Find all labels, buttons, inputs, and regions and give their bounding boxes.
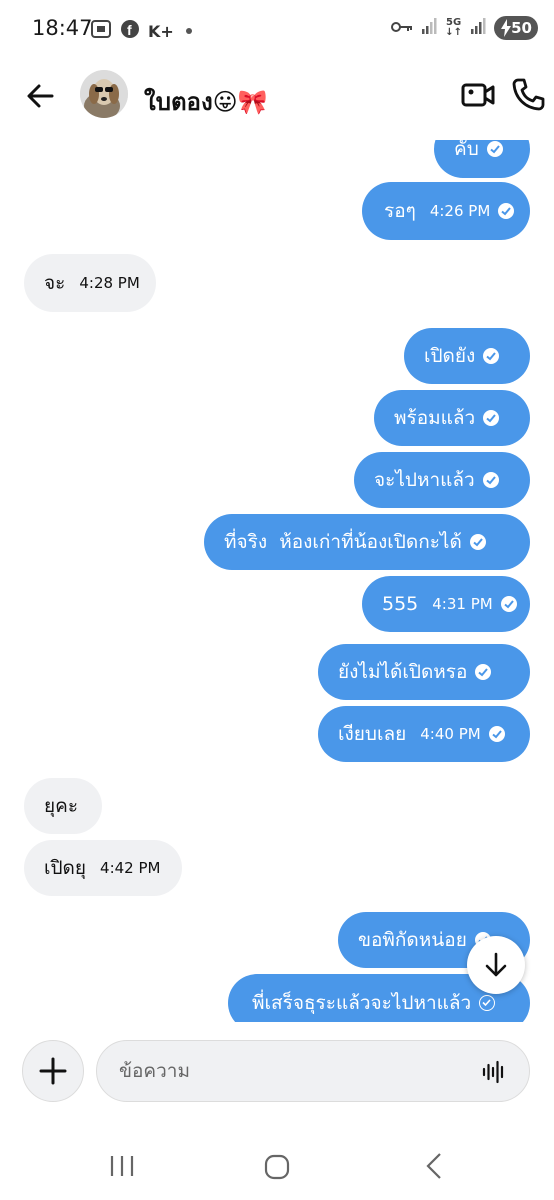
read-check-icon xyxy=(483,410,500,426)
status-time: 18:47 xyxy=(32,16,93,40)
charging-bolt-icon xyxy=(501,19,511,37)
battery-indicator: 50 xyxy=(494,16,538,40)
voice-wave-icon xyxy=(482,1060,504,1084)
message-text: ยังไม่ได้เปิดหรอ xyxy=(338,661,468,683)
message-bubble-outgoing[interactable]: ยังไม่ได้เปิดหรอ xyxy=(318,644,530,700)
sent-check-icon xyxy=(479,995,496,1011)
message-text: เปิดยัง xyxy=(424,345,476,367)
message-bubble-outgoing[interactable]: ที่จริง ห้องเก่าที่น้องเปิดกะได้ xyxy=(204,514,530,570)
message-bubble-outgoing[interactable]: จะไปหาแล้ว xyxy=(354,452,530,508)
arrow-left-icon xyxy=(27,84,54,108)
message-text: ที่จริง ห้องเก่าที่น้องเปิดกะได้ xyxy=(224,531,462,553)
phone-icon xyxy=(512,78,545,111)
message-input-container[interactable] xyxy=(96,1040,530,1102)
message-bubble-outgoing[interactable]: เงียบเลย 4:40 PM xyxy=(318,706,530,762)
notification-icons: f K+ xyxy=(90,18,192,44)
read-check-icon xyxy=(498,203,515,219)
add-attachment-button[interactable] xyxy=(22,1040,84,1102)
screenshot-icon xyxy=(90,18,112,44)
message-bubble-outgoing[interactable]: 555 4:31 PM xyxy=(362,576,530,632)
read-check-icon xyxy=(486,141,503,157)
video-camera-icon xyxy=(461,83,495,107)
chevron-left-icon xyxy=(426,1153,441,1179)
system-indicators: 5G ↓↑ 50 xyxy=(391,16,538,40)
plus-icon xyxy=(39,1057,67,1085)
message-text: พร้อมแล้ว xyxy=(394,407,476,429)
contact-name[interactable]: ใบตอง😛🎀 xyxy=(144,82,268,121)
svg-text:f: f xyxy=(127,22,132,38)
message-text: ขอพิกัดหน่อย xyxy=(358,929,467,951)
recent-apps-button[interactable] xyxy=(108,1154,136,1182)
message-time: 4:31 PM xyxy=(432,595,493,613)
message-list[interactable]: คับ รอๆ 4:26 PM จะ 4:28 PM เปิดยัง พร้อม… xyxy=(0,140,554,1022)
signal-icon-2 xyxy=(470,17,486,39)
read-check-icon xyxy=(475,664,492,680)
message-bubble-outgoing[interactable]: รอๆ 4:26 PM xyxy=(362,182,530,240)
message-bubble-incoming[interactable]: เปิดยุ 4:42 PM xyxy=(24,840,182,896)
more-notifications-dot xyxy=(185,28,192,34)
message-time: 4:26 PM xyxy=(429,202,491,220)
voice-call-button[interactable] xyxy=(510,76,546,112)
read-check-icon xyxy=(469,534,486,550)
dog-with-sunglasses-avatar xyxy=(80,70,128,118)
message-time: 4:42 PM xyxy=(100,859,161,877)
signal-icon xyxy=(421,17,437,39)
status-bar: 18:47 f K+ 5G ↓↑ 50 xyxy=(0,0,554,60)
recent-apps-icon xyxy=(110,1156,134,1176)
home-button[interactable] xyxy=(264,1154,290,1184)
message-text: 555 xyxy=(382,593,419,615)
read-check-icon xyxy=(483,348,500,364)
video-call-button[interactable] xyxy=(460,78,496,112)
message-bubble-incoming[interactable]: ยุคะ xyxy=(24,778,102,834)
message-text: รอๆ xyxy=(384,200,416,222)
scroll-to-bottom-button[interactable] xyxy=(467,936,525,994)
message-input[interactable] xyxy=(119,1041,469,1101)
message-text: ยุคะ xyxy=(44,795,79,817)
message-composer xyxy=(0,1022,554,1122)
message-bubble-incoming[interactable]: จะ 4:28 PM xyxy=(24,254,156,312)
message-bubble-outgoing[interactable]: คับ xyxy=(434,140,530,178)
voice-message-button[interactable] xyxy=(481,1059,507,1085)
read-check-icon xyxy=(488,726,505,742)
message-time: 4:40 PM xyxy=(420,725,481,743)
read-check-icon xyxy=(500,596,517,612)
home-icon xyxy=(264,1154,290,1180)
message-text: จะไปหาแล้ว xyxy=(374,469,475,491)
read-check-icon xyxy=(482,472,499,488)
facebook-icon: f xyxy=(120,19,140,43)
message-text: จะ xyxy=(44,272,66,294)
carrier-badge: K+ xyxy=(148,21,174,41)
system-navigation-bar xyxy=(0,1130,554,1200)
arrow-down-icon xyxy=(485,952,507,977)
message-text: เปิดยุ xyxy=(44,857,87,879)
message-text: คับ xyxy=(454,140,479,160)
chat-header: ใบตอง😛🎀 xyxy=(0,60,554,132)
system-back-button[interactable] xyxy=(424,1152,444,1184)
message-text: พี่เสร็จธุระแล้วจะไปหาแล้ว xyxy=(252,992,472,1014)
back-button[interactable] xyxy=(22,76,62,116)
message-text: เงียบเลย xyxy=(338,723,407,745)
network-type: 5G ↓↑ xyxy=(445,17,462,38)
vpn-key-icon xyxy=(391,19,413,38)
network-label: 5G xyxy=(446,17,462,28)
chat-screen: 18:47 f K+ 5G ↓↑ 50 ใบตอง😛🎀 คับ รอๆ 4:26… xyxy=(0,0,554,1200)
avatar[interactable] xyxy=(80,70,128,118)
message-bubble-outgoing[interactable]: พร้อมแล้ว xyxy=(374,390,530,446)
message-bubble-outgoing[interactable]: เปิดยัง xyxy=(404,328,530,384)
message-time: 4:28 PM xyxy=(79,274,140,292)
battery-level: 50 xyxy=(511,19,532,37)
